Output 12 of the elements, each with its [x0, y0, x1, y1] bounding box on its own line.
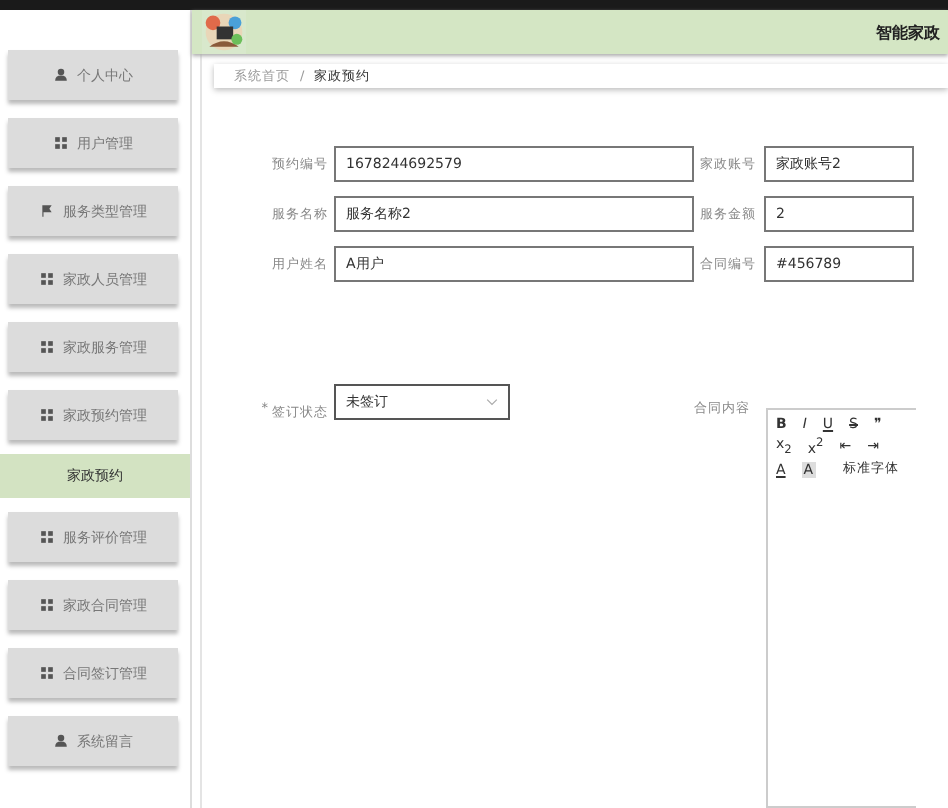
grid-icon: [39, 530, 53, 544]
grid-icon: [39, 598, 53, 612]
grid-icon: [39, 408, 53, 422]
person-icon: [53, 734, 67, 748]
grid-icon: [39, 666, 53, 680]
flag-icon: [39, 204, 53, 218]
caret-icon: [486, 398, 498, 406]
app-title: 智能家政: [876, 21, 942, 43]
person-icon: [53, 68, 67, 82]
grid-icon: [53, 136, 67, 150]
grid-icon: [39, 340, 53, 354]
grid-icon: [39, 272, 53, 286]
